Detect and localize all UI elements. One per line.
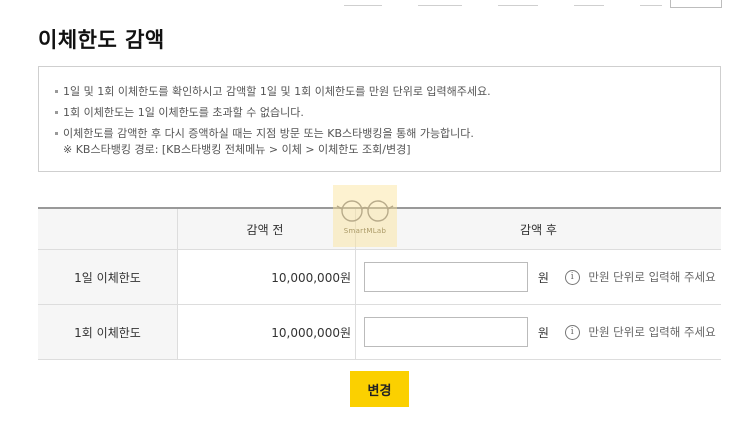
watermark-label: SmartMLab [343,227,387,235]
after-cell: 원 i 만원 단위로 입력해 주세요 [355,249,721,305]
per-transfer-limit-input[interactable] [364,317,528,347]
notice-box: 1일 및 1회 이체한도를 확인하시고 감액할 1일 및 1회 이체한도를 만원… [38,66,721,172]
daily-limit-input[interactable] [364,262,528,292]
table-row: 1일 이체한도 10,000,000원 원 i 만원 단위로 입력해 주세요 [38,249,721,305]
unit-label: 원 [537,325,549,340]
watermark: SmartMLab [333,185,397,247]
top-nav-link[interactable] [574,0,604,6]
page-title: 이체한도 감액 [38,28,165,52]
top-nav [308,0,730,8]
table-row: 1회 이체한도 10,000,000원 원 i 만원 단위로 입력해 주세요 [38,304,721,360]
notice-text: 이체한도를 감액한 후 다시 증액하실 때는 지점 방문 또는 KB스타뱅킹을 … [63,127,474,140]
before-amount: 10,000,000원 [177,304,356,360]
hint-text: 만원 단위로 입력해 주세요 [588,270,716,284]
after-cell: 원 i 만원 단위로 입력해 주세요 [355,304,721,360]
notice-item: 1일 및 1회 이체한도를 확인하시고 감액할 1일 및 1회 이체한도를 만원… [53,81,720,102]
header-before: 감액 전 [177,207,356,250]
notice-item: 이체한도를 감액한 후 다시 증액하실 때는 지점 방문 또는 KB스타뱅킹을 … [53,123,720,158]
hint-text: 만원 단위로 입력해 주세요 [588,325,716,339]
top-nav-link[interactable] [640,0,662,6]
input-hint: i 만원 단위로 입력해 주세요 [564,270,716,285]
header-after: 감액 후 [355,207,721,250]
top-nav-link[interactable] [344,0,382,6]
input-hint: i 만원 단위로 입력해 주세요 [564,325,716,340]
unit-label: 원 [537,270,549,285]
notice-list: 1일 및 1회 이체한도를 확인하시고 감액할 1일 및 1회 이체한도를 만원… [53,81,720,158]
glasses-icon [336,200,394,222]
info-icon: i [564,270,580,285]
row-label: 1일 이체한도 [38,249,178,305]
change-button[interactable]: 변경 [350,371,409,407]
top-nav-link[interactable] [418,0,462,6]
notice-sub: ※ KB스타뱅킹 경로: [KB스타뱅킹 전체메뉴 > 이체 > 이체한도 조회… [63,143,411,156]
before-amount: 10,000,000원 [177,249,356,305]
top-nav-link[interactable] [498,0,538,6]
top-nav-box[interactable] [670,0,722,8]
row-label: 1회 이체한도 [38,304,178,360]
header-empty [38,207,178,250]
notice-item: 1회 이체한도는 1일 이체한도를 초과할 수 없습니다. [53,102,720,123]
info-icon: i [564,325,580,340]
